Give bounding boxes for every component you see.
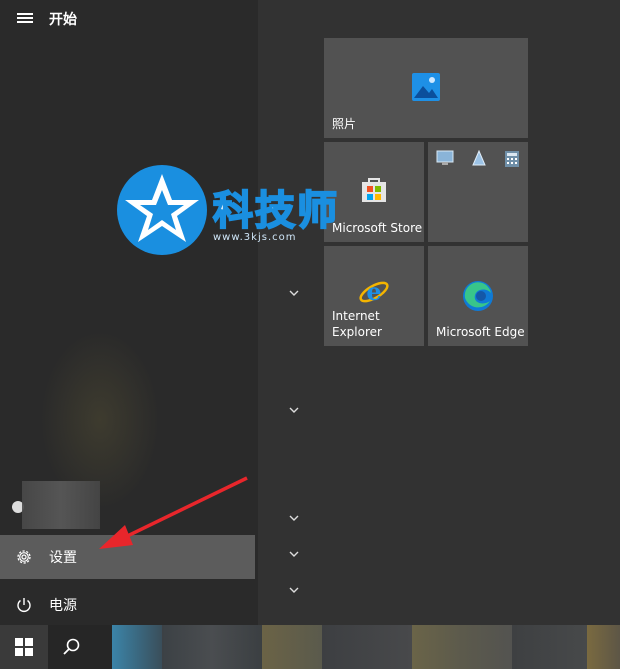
taskbar-app-blurred[interactable] <box>262 625 322 669</box>
chevron-down-icon[interactable] <box>287 511 301 525</box>
power-icon <box>14 595 34 615</box>
start-title: 开始 <box>49 12 77 28</box>
chevron-down-icon[interactable] <box>287 583 301 597</box>
chevron-down-icon[interactable] <box>287 286 301 300</box>
search-icon <box>63 638 80 655</box>
gear-icon <box>14 547 34 567</box>
photos-tile-label: 照片 <box>332 117 357 131</box>
internet-explorer-icon: e <box>359 277 389 306</box>
photos-icon <box>412 73 440 101</box>
svg-text:e: e <box>366 277 381 306</box>
power-label: 电源 <box>49 598 77 614</box>
edge-tile[interactable]: Microsoft Edge <box>428 246 528 346</box>
settings-label: 设置 <box>49 550 77 566</box>
start-button[interactable] <box>0 625 48 669</box>
photos-tile[interactable]: 照片 <box>324 38 528 138</box>
taskbar <box>0 625 620 669</box>
power-button[interactable]: 电源 <box>0 583 255 627</box>
taskbar-app-blurred[interactable] <box>322 625 412 669</box>
remote-desktop-icon <box>436 150 454 165</box>
taskbar-app-blurred[interactable] <box>587 625 620 669</box>
watermark-url: www.3kjs.com <box>213 232 297 243</box>
ie-tile-label: Internet Explorer <box>332 309 382 339</box>
snipping-tool-icon <box>472 150 486 166</box>
search-button[interactable] <box>48 625 96 669</box>
watermark-text: 科技师 <box>212 187 339 235</box>
windows-logo-icon <box>15 638 33 656</box>
accessories-tile-group[interactable] <box>428 142 528 242</box>
edge-icon <box>463 281 493 311</box>
annotation-arrow <box>99 476 248 549</box>
taskbar-app-blurred[interactable] <box>162 625 262 669</box>
taskbar-app-blurred[interactable] <box>412 625 512 669</box>
taskbar-app-blurred[interactable] <box>512 625 587 669</box>
hamburger-icon[interactable] <box>15 10 35 26</box>
chevron-down-icon[interactable] <box>287 547 301 561</box>
user-name-blurred <box>22 481 100 529</box>
edge-tile-label: Microsoft Edge <box>436 325 525 339</box>
chevron-down-icon[interactable] <box>287 403 301 417</box>
calculator-icon <box>505 151 519 167</box>
taskbar-app-blurred[interactable] <box>112 625 162 669</box>
